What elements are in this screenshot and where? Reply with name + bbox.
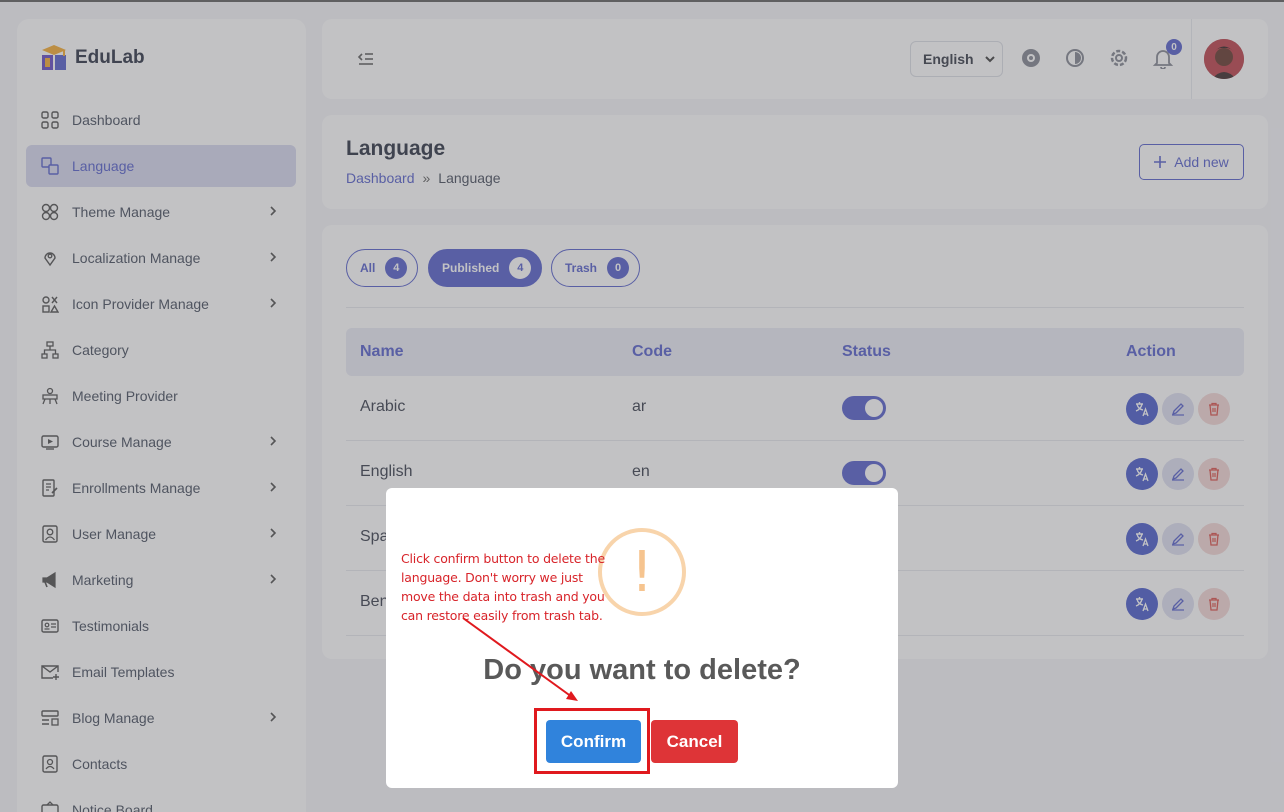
annotation-text: Click confirm button to delete the langu… [401,551,605,623]
confirm-highlight-box [534,708,650,774]
dialog-title: Do you want to delete? [483,654,801,686]
cancel-button[interactable]: Cancel [651,720,738,763]
warning-icon-glyph: ! [630,539,654,605]
